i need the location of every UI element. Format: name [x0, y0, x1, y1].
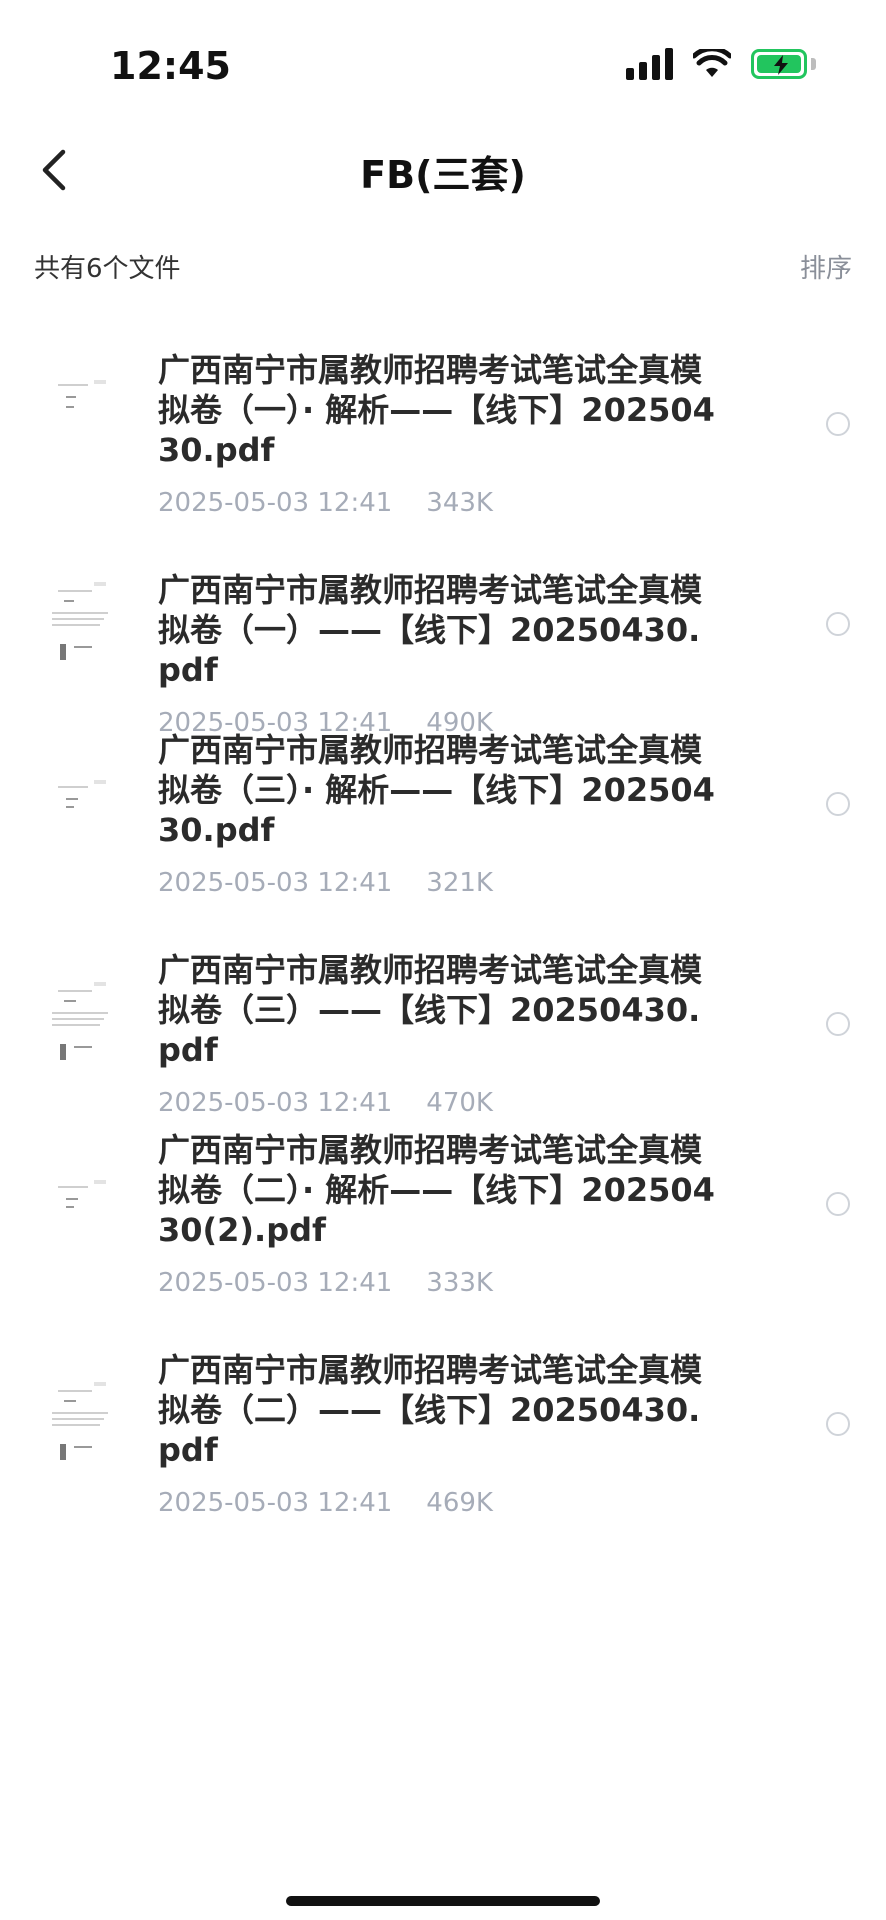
list-item[interactable]: 广西南宁市属教师招聘考试笔试全真模拟卷（三）——【线下】20250430.pdf… [0, 950, 886, 1150]
file-name: 广西南宁市属教师招聘考试笔试全真模拟卷（二）· 解析——【线下】20250430… [158, 1131, 715, 1249]
pdf-thumbnail [48, 1174, 112, 1264]
pdf-thumbnail [48, 1378, 112, 1468]
pdf-thumbnail [48, 374, 112, 464]
file-count-label: 共有6个文件 [34, 254, 181, 284]
file-date: 2025-05-03 12:41 [158, 1088, 393, 1118]
file-date: 2025-05-03 12:41 [158, 488, 393, 518]
file-meta: 2025-05-03 12:41 333K [158, 1268, 493, 1298]
file-date: 2025-05-03 12:41 [158, 1268, 393, 1298]
battery-icon [751, 49, 807, 79]
status-time: 12:45 [110, 44, 231, 88]
summary-row: 共有6个文件 排序 [34, 248, 852, 288]
list-item[interactable]: 广西南宁市属教师招聘考试笔试全真模拟卷（三）· 解析——【线下】20250430… [0, 730, 886, 930]
home-indicator[interactable] [286, 1896, 600, 1906]
file-size: 333K [426, 1268, 493, 1298]
file-meta: 2025-05-03 12:41 343K [158, 488, 493, 518]
file-name: 广西南宁市属教师招聘考试笔试全真模拟卷（三）——【线下】20250430.pdf [158, 951, 703, 1069]
file-name: 广西南宁市属教师招聘考试笔试全真模拟卷（一）——【线下】20250430.pdf [158, 571, 703, 689]
select-radio[interactable] [826, 612, 850, 636]
pdf-thumbnail [48, 978, 112, 1068]
file-date: 2025-05-03 12:41 [158, 868, 393, 898]
page-title: FB(三套) [360, 153, 526, 197]
file-name: 广西南宁市属教师招聘考试笔试全真模拟卷（一）· 解析——【线下】20250430… [158, 351, 715, 469]
navigation-bar: FB(三套) [0, 130, 886, 210]
list-item[interactable]: 广西南宁市属教师招聘考试笔试全真模拟卷（一）· 解析——【线下】20250430… [0, 330, 886, 530]
select-radio[interactable] [826, 1012, 850, 1036]
status-icons [626, 48, 816, 80]
file-meta: 2025-05-03 12:41 469K [158, 1488, 493, 1518]
file-name: 广西南宁市属教师招聘考试笔试全真模拟卷（三）· 解析——【线下】20250430… [158, 731, 715, 849]
select-radio[interactable] [826, 412, 850, 436]
select-radio[interactable] [826, 792, 850, 816]
battery-tip [811, 58, 816, 70]
file-name: 广西南宁市属教师招聘考试笔试全真模拟卷（二）——【线下】20250430.pdf [158, 1351, 703, 1469]
signal-icon [626, 48, 673, 80]
list-item[interactable]: 广西南宁市属教师招聘考试笔试全真模拟卷（一）——【线下】20250430.pdf… [0, 550, 886, 750]
select-radio[interactable] [826, 1412, 850, 1436]
pdf-thumbnail [48, 578, 112, 668]
wifi-icon [693, 49, 731, 79]
file-size: 343K [426, 488, 493, 518]
select-radio[interactable] [826, 1192, 850, 1216]
file-date: 2025-05-03 12:41 [158, 1488, 393, 1518]
file-size: 321K [426, 868, 493, 898]
file-size: 470K [426, 1088, 493, 1118]
sort-button[interactable]: 排序 [800, 248, 852, 285]
file-size: 469K [426, 1488, 493, 1518]
list-item[interactable]: 广西南宁市属教师招聘考试笔试全真模拟卷（二）· 解析——【线下】20250430… [0, 1130, 886, 1330]
list-item[interactable]: 广西南宁市属教师招聘考试笔试全真模拟卷（二）——【线下】20250430.pdf… [0, 1350, 886, 1550]
pdf-thumbnail [48, 774, 112, 864]
file-meta: 2025-05-03 12:41 321K [158, 868, 493, 898]
status-bar: 12:45 [0, 0, 886, 120]
file-meta: 2025-05-03 12:41 470K [158, 1088, 493, 1118]
